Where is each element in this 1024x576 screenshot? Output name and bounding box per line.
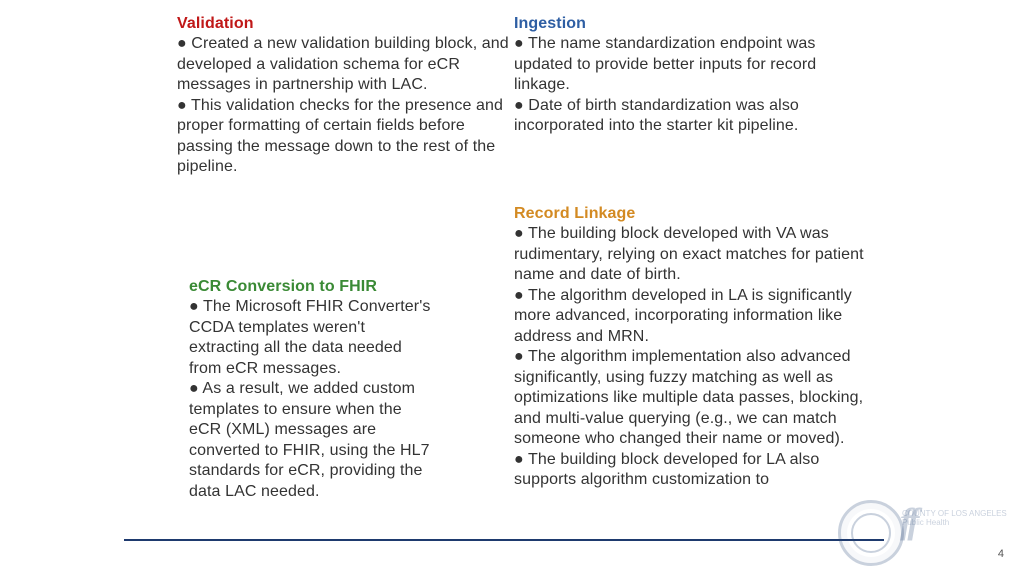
section-validation: Validation ● Created a new validation bu… bbox=[177, 14, 515, 178]
page-number: 4 bbox=[998, 548, 1004, 560]
heading-validation: Validation bbox=[177, 14, 515, 34]
heading-record-linkage: Record Linkage bbox=[514, 204, 874, 224]
section-record-linkage: Record Linkage ● The building block deve… bbox=[514, 204, 874, 491]
body-record-linkage: ● The building block developed with VA w… bbox=[514, 224, 874, 490]
footer-rule bbox=[124, 539, 884, 541]
heading-ecr-conversion: eCR Conversion to FHIR bbox=[189, 277, 435, 297]
section-ingestion: Ingestion ● The name standardization end… bbox=[514, 14, 866, 137]
body-ecr-conversion: ● The Microsoft FHIR Converter's CCDA te… bbox=[189, 297, 435, 502]
seal-icon bbox=[838, 500, 904, 566]
body-validation: ● Created a new validation building bloc… bbox=[177, 34, 515, 177]
org-line1: COUNTY OF LOS ANGELES bbox=[902, 509, 1007, 518]
heading-ingestion: Ingestion bbox=[514, 14, 866, 34]
body-ingestion: ● The name standardization endpoint was … bbox=[514, 34, 866, 136]
org-watermark: COUNTY OF LOS ANGELES Public Health bbox=[902, 510, 1012, 528]
org-line2: Public Health bbox=[902, 518, 949, 527]
section-ecr-conversion: eCR Conversion to FHIR ● The Microsoft F… bbox=[189, 277, 435, 502]
